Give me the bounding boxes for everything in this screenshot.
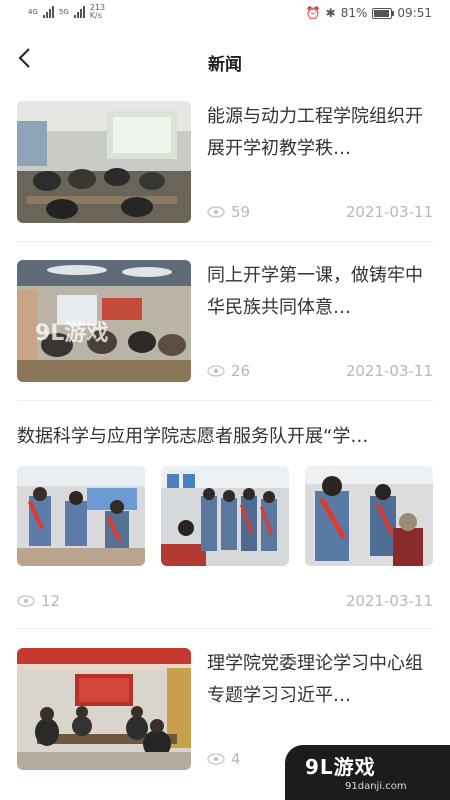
divider <box>17 400 433 401</box>
meeting-room-image: 9L游戏 <box>17 260 191 382</box>
signal-strength-icon-2 <box>73 6 85 18</box>
view-count-value: 12 <box>41 592 61 610</box>
divider <box>17 628 433 629</box>
page-title: 新闻 <box>208 55 242 75</box>
news-title: 能源与动力工程学院组织开展开学初教学秩… <box>207 106 423 159</box>
news-title: 理学院党委理论学习中心组专题学习习近平… <box>207 653 423 706</box>
status-bar: 4G 5G 213 K/s ⏰ ✱ 81% 09:51 <box>0 0 450 26</box>
view-count-value: 26 <box>231 362 251 380</box>
view-count: 59 <box>207 203 250 221</box>
status-left: 4G 5G 213 K/s <box>28 4 105 20</box>
news-thumbnail: 9L游戏 <box>17 260 191 382</box>
watermark-site: 91danji.com <box>345 781 407 792</box>
view-count: 4 <box>207 750 241 768</box>
battery-percent: 81% <box>340 6 368 20</box>
watermark-logo: 9L游戏 <box>305 755 376 779</box>
clock: 09:51 <box>397 6 432 20</box>
news-title: 同上开学第一课，做铸牢中华民族共同体意… <box>207 265 423 318</box>
eye-icon <box>207 365 225 377</box>
watermark-overlay: 9L游戏 <box>35 320 108 346</box>
eye-icon <box>207 753 225 765</box>
alarm-icon: ⏰ <box>305 6 321 20</box>
network-speed: 213 K/s <box>90 4 105 20</box>
view-count-value: 4 <box>231 750 241 768</box>
bluetooth-icon: ✱ <box>325 6 336 20</box>
conference-image <box>17 648 191 770</box>
news-thumbnail <box>17 101 191 223</box>
divider <box>17 241 433 242</box>
eye-icon <box>207 206 225 218</box>
news-image <box>161 466 289 566</box>
network-speed-unit: K/s <box>89 11 102 20</box>
view-count-value: 59 <box>231 203 251 221</box>
status-right: ⏰ ✱ 81% 09:51 <box>306 6 432 20</box>
volunteer-photo-3 <box>305 466 433 566</box>
eye-icon <box>17 595 35 607</box>
news-image <box>305 466 433 566</box>
view-count: 12 <box>17 592 60 610</box>
view-count: 26 <box>207 362 250 380</box>
signal-4g-label: 4G <box>28 8 38 16</box>
news-title: 数据科学与应用学院志愿者服务队开展“学… <box>17 426 369 447</box>
news-item[interactable]: 9L游戏 同上开学第一课，做铸牢中华民族共同体意… 26 2021-03-11 <box>17 260 433 382</box>
news-image <box>17 466 145 566</box>
watermark: 9L游戏 91danji.com <box>285 745 450 800</box>
news-item[interactable]: 能源与动力工程学院组织开展开学初教学秩… 59 2021-03-11 <box>17 101 433 223</box>
news-date: 2021-03-11 <box>345 592 433 610</box>
battery-fill <box>374 9 389 17</box>
signal-5g-label: 5G <box>58 8 69 16</box>
classroom-image <box>17 101 191 223</box>
news-thumbnail <box>17 648 191 770</box>
news-date: 2021-03-11 <box>345 362 433 380</box>
volunteer-photo-1 <box>17 466 145 566</box>
header: 新闻 <box>0 36 450 84</box>
volunteer-photo-2 <box>161 466 289 566</box>
battery-icon <box>372 7 395 19</box>
news-date: 2021-03-11 <box>345 203 433 221</box>
signal-strength-icon <box>42 6 54 18</box>
